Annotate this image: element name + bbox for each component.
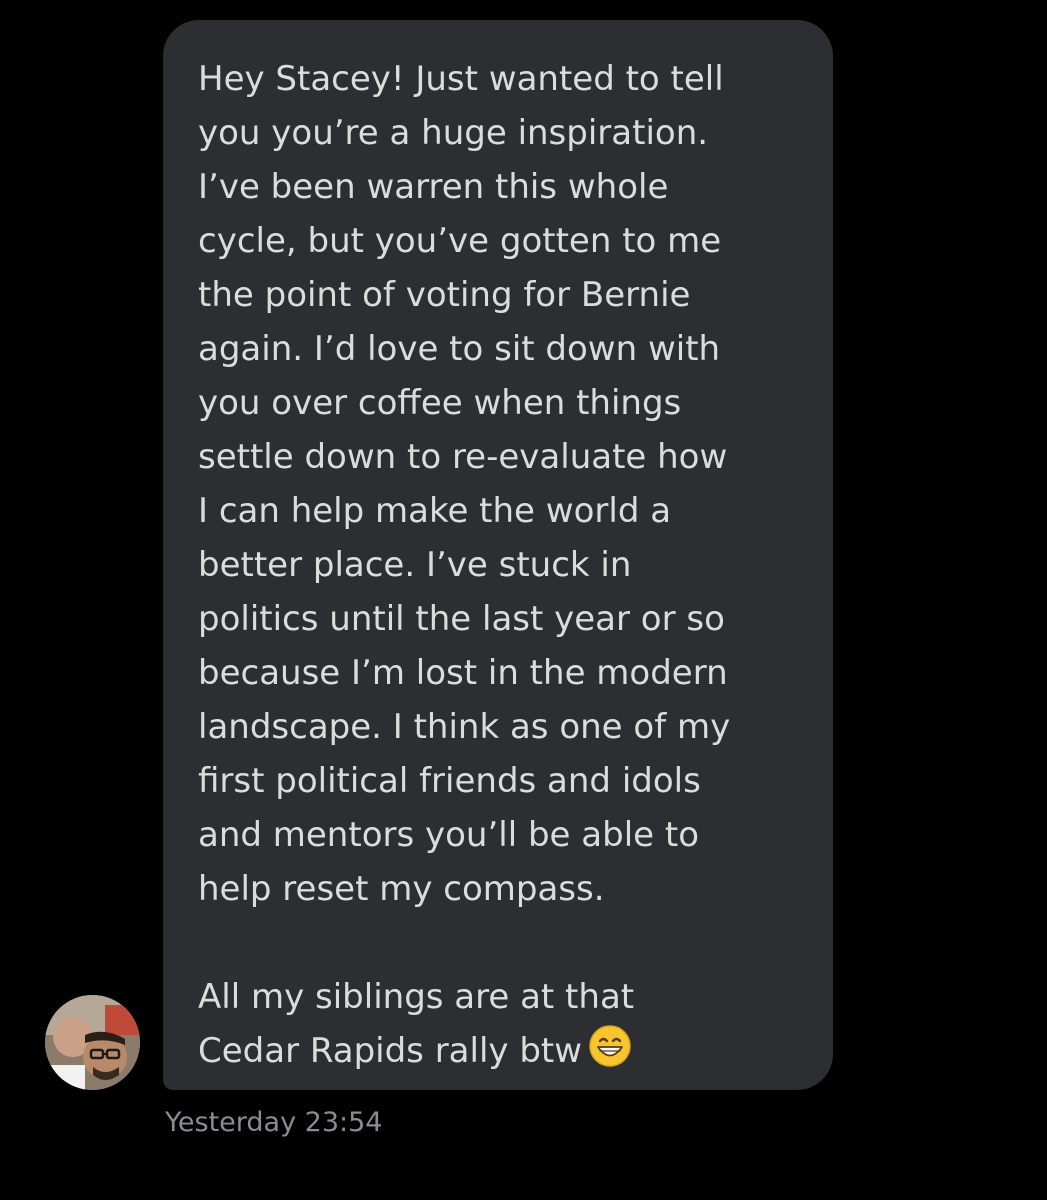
message-line: All my siblings are at that: [198, 977, 635, 1017]
message-line: again. I’d love to sit down with: [198, 329, 721, 369]
message-line: the point of voting for Bernie: [198, 275, 691, 315]
message-line: help reset my compass.: [198, 869, 605, 909]
chat-screen: Hey Stacey! Just wanted to tell you you’…: [0, 0, 1047, 1200]
message-line: settle down to re-evaluate how: [198, 437, 728, 477]
message-line: first political friends and idols: [198, 761, 701, 801]
message-line: because I’m lost in the modern: [198, 653, 728, 693]
message-line: you you’re a huge inspiration.: [198, 113, 709, 153]
message-bubble[interactable]: Hey Stacey! Just wanted to tell you you’…: [163, 20, 833, 1090]
sender-avatar[interactable]: [45, 995, 140, 1090]
message-timestamp: Yesterday 23:54: [165, 1107, 383, 1138]
message-line: I can help make the world a: [198, 491, 672, 531]
message-line: landscape. I think as one of my: [198, 707, 731, 747]
message-line: Cedar Rapids rally btw: [198, 1031, 583, 1071]
message-line: and mentors you’ll be able to: [198, 815, 700, 855]
message-line: I’ve been warren this whole: [198, 167, 669, 207]
message-line: politics until the last year or so: [198, 599, 725, 639]
message-last-line: Cedar Rapids rally btw: [198, 1024, 803, 1078]
message-line: better place. I’ve stuck in: [198, 545, 632, 585]
message-line: cycle, but you’ve gotten to me: [198, 221, 722, 261]
message-line: you over coffee when things: [198, 383, 682, 423]
message-line: Hey Stacey! Just wanted to tell: [198, 59, 724, 99]
grinning-face-icon: [588, 1024, 632, 1068]
